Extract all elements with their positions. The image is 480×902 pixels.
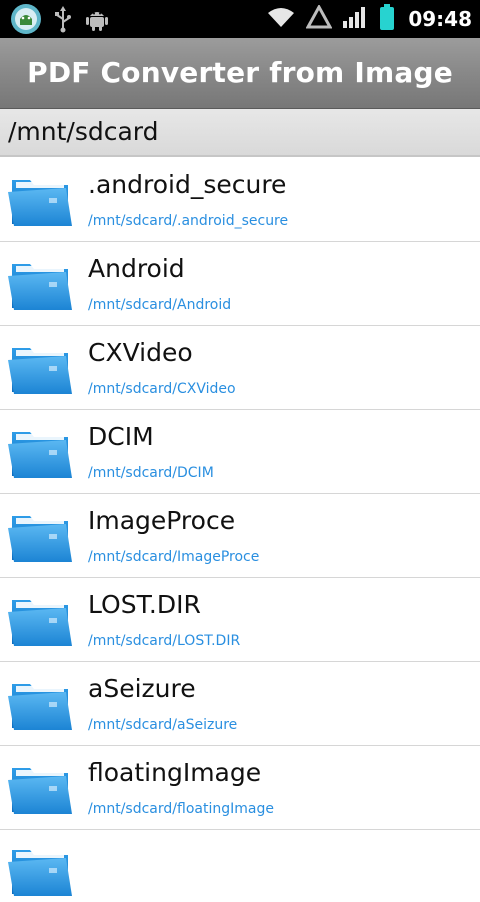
folder-name: Android xyxy=(88,254,185,283)
list-item[interactable]: LOST.DIR /mnt/sdcard/LOST.DIR xyxy=(0,578,480,662)
usb-icon xyxy=(52,5,74,37)
list-item[interactable]: .android_secure /mnt/sdcard/.android_sec… xyxy=(0,158,480,242)
folder-name: floatingImage xyxy=(88,758,262,787)
list-item[interactable]: DCIM /mnt/sdcard/DCIM xyxy=(0,410,480,494)
folder-name: ImageProce xyxy=(88,506,236,535)
clock: 09:48 xyxy=(408,7,472,31)
folder-icon xyxy=(6,764,74,816)
current-path-bar: /mnt/sdcard xyxy=(0,109,480,157)
app-title: PDF Converter from Image xyxy=(27,56,453,89)
folder-path: /mnt/sdcard/LOST.DIR xyxy=(88,633,241,649)
folder-path: /mnt/sdcard/ImageProce xyxy=(88,549,260,565)
status-bar: 09:48 xyxy=(0,0,480,38)
folder-icon xyxy=(6,680,74,732)
folder-icon xyxy=(6,260,74,312)
signal-bars-icon xyxy=(342,5,368,33)
current-path: /mnt/sdcard xyxy=(8,117,159,146)
folder-list[interactable]: .android_secure /mnt/sdcard/.android_sec… xyxy=(0,158,480,896)
folder-name: LOST.DIR xyxy=(88,590,201,619)
folder-path: /mnt/sdcard/DCIM xyxy=(88,465,214,481)
folder-icon xyxy=(6,344,74,396)
folder-path: /mnt/sdcard/floatingImage xyxy=(88,801,274,817)
no-signal-triangle-icon xyxy=(305,3,333,33)
folder-icon xyxy=(6,596,74,648)
list-item[interactable]: CXVideo /mnt/sdcard/CXVideo xyxy=(0,326,480,410)
list-item-partial[interactable] xyxy=(0,830,480,896)
wifi-icon xyxy=(266,5,296,33)
folder-path: /mnt/sdcard/aSeizure xyxy=(88,717,238,733)
list-item[interactable]: floatingImage /mnt/sdcard/floatingImage xyxy=(0,746,480,830)
list-item[interactable]: Android /mnt/sdcard/Android xyxy=(0,242,480,326)
folder-icon xyxy=(6,176,74,228)
folder-path: /mnt/sdcard/.android_secure xyxy=(88,213,289,229)
status-bar-system: 09:48 xyxy=(266,3,472,35)
battery-icon xyxy=(378,3,396,35)
folder-path: /mnt/sdcard/CXVideo xyxy=(88,381,236,397)
folder-name: CXVideo xyxy=(88,338,193,367)
folder-name: DCIM xyxy=(88,422,154,451)
status-bar-notifications xyxy=(10,3,110,39)
folder-icon xyxy=(6,512,74,564)
folder-path: /mnt/sdcard/Android xyxy=(88,297,232,313)
app-notification-icon xyxy=(10,3,42,39)
folder-name: aSeizure xyxy=(88,674,196,703)
app-title-bar: PDF Converter from Image xyxy=(0,38,480,109)
folder-name: .android_secure xyxy=(88,170,287,199)
list-item[interactable]: ImageProce /mnt/sdcard/ImageProce xyxy=(0,494,480,578)
folder-icon xyxy=(6,428,74,480)
android-debug-icon xyxy=(84,6,110,36)
list-item[interactable]: aSeizure /mnt/sdcard/aSeizure xyxy=(0,662,480,746)
